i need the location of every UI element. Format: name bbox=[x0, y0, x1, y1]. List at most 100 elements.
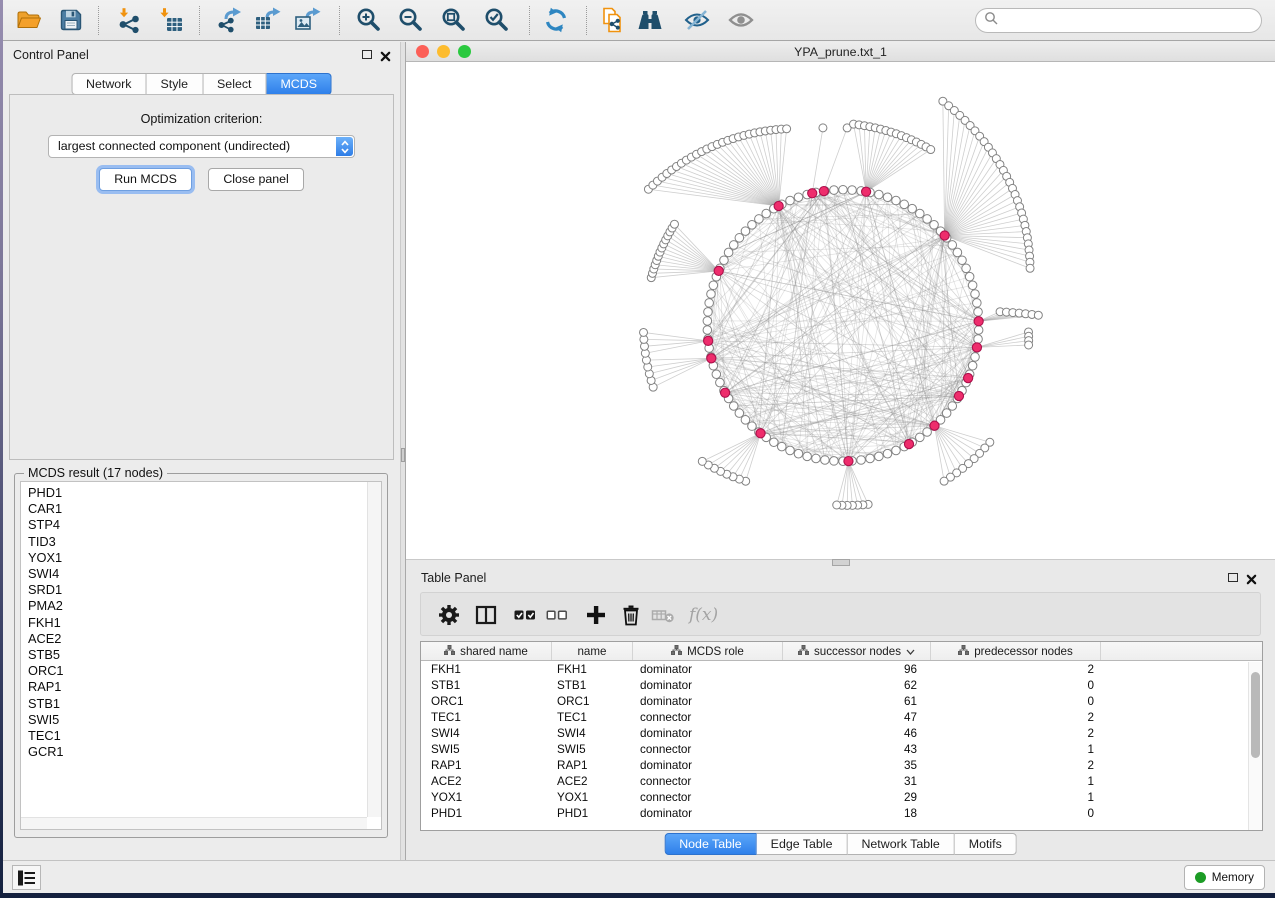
table-cell[interactable]: 31 bbox=[783, 775, 931, 788]
tab-node-table[interactable]: Node Table bbox=[664, 833, 756, 855]
graph-node[interactable] bbox=[794, 449, 803, 458]
graph-leaf-node[interactable] bbox=[1026, 264, 1034, 272]
graph-mcds-node[interactable] bbox=[930, 421, 939, 430]
table-cell[interactable]: STB1 bbox=[421, 679, 552, 692]
table-cell[interactable]: 96 bbox=[783, 663, 931, 676]
graph-node[interactable] bbox=[965, 272, 974, 281]
graph-mcds-node[interactable] bbox=[774, 201, 783, 210]
tab-network[interactable]: Network bbox=[71, 73, 146, 95]
graph-node[interactable] bbox=[812, 454, 821, 463]
float-panel-icon[interactable] bbox=[362, 50, 372, 59]
select-all-columns-icon[interactable] bbox=[513, 603, 537, 627]
graph-node[interactable] bbox=[892, 196, 901, 205]
table-row[interactable]: ACE2ACE2connector311 bbox=[421, 773, 1262, 789]
table-cell[interactable]: 46 bbox=[783, 727, 931, 740]
table-cell[interactable]: FKH1 bbox=[552, 663, 633, 676]
graph-leaf-node[interactable] bbox=[1025, 341, 1033, 349]
graph-mcds-node[interactable] bbox=[707, 354, 716, 363]
graph-node[interactable] bbox=[724, 248, 733, 257]
graph-mcds-node[interactable] bbox=[974, 317, 983, 326]
graph-node[interactable] bbox=[729, 241, 738, 250]
graph-node[interactable] bbox=[953, 248, 962, 257]
delete-table-icon[interactable] bbox=[651, 603, 675, 627]
column-header-shared-name[interactable]: shared name bbox=[421, 642, 552, 660]
graph-node[interactable] bbox=[883, 449, 892, 458]
graph-node[interactable] bbox=[794, 193, 803, 202]
graph-node[interactable] bbox=[777, 442, 786, 451]
graph-node[interactable] bbox=[735, 409, 744, 418]
import-table-icon[interactable] bbox=[157, 6, 185, 34]
table-row[interactable]: YOX1YOX1connector291 bbox=[421, 789, 1262, 805]
graph-mcds-node[interactable] bbox=[904, 439, 913, 448]
memory-button[interactable]: Memory bbox=[1184, 865, 1265, 890]
column-selector-icon[interactable] bbox=[474, 603, 498, 627]
table-cell[interactable]: connector bbox=[633, 775, 783, 788]
mcds-node-item[interactable]: CAR1 bbox=[28, 501, 381, 517]
graph-node[interactable] bbox=[741, 227, 750, 236]
column-header-predecessor-nodes[interactable]: predecessor nodes bbox=[931, 642, 1101, 660]
import-network-icon[interactable] bbox=[115, 6, 143, 34]
open-file-icon[interactable] bbox=[15, 6, 43, 34]
function-builder-icon[interactable]: f(x) bbox=[689, 603, 723, 627]
add-column-icon[interactable] bbox=[584, 603, 608, 627]
graph-mcds-node[interactable] bbox=[954, 391, 963, 400]
table-cell[interactable]: dominator bbox=[633, 695, 783, 708]
close-panel-button[interactable]: Close panel bbox=[208, 168, 303, 191]
search-input[interactable] bbox=[1003, 11, 1261, 31]
table-row[interactable]: SWI5SWI5connector431 bbox=[421, 741, 1262, 757]
criterion-select[interactable]: largest connected component (undirected) bbox=[48, 135, 355, 158]
graph-node[interactable] bbox=[968, 361, 977, 370]
graph-node[interactable] bbox=[707, 290, 716, 299]
table-cell[interactable]: 62 bbox=[783, 679, 931, 692]
table-cell[interactable]: 61 bbox=[783, 695, 931, 708]
table-cell[interactable]: 47 bbox=[783, 711, 931, 724]
search-network-icon[interactable] bbox=[636, 6, 664, 34]
graph-node[interactable] bbox=[892, 446, 901, 455]
mcds-node-item[interactable]: TID3 bbox=[28, 534, 381, 550]
delete-column-icon[interactable] bbox=[619, 603, 643, 627]
graph-node[interactable] bbox=[735, 234, 744, 243]
table-row[interactable]: FKH1FKH1dominator962 bbox=[421, 661, 1262, 677]
minimize-window-icon[interactable] bbox=[437, 45, 450, 58]
table-row[interactable]: STB1STB1dominator620 bbox=[421, 677, 1262, 693]
graph-node[interactable] bbox=[974, 335, 983, 344]
graph-node[interactable] bbox=[857, 456, 866, 465]
graph-node[interactable] bbox=[971, 353, 980, 362]
table-cell[interactable]: SWI4 bbox=[421, 727, 552, 740]
table-cell[interactable]: 1 bbox=[931, 743, 1101, 756]
table-cell[interactable]: SWI5 bbox=[552, 743, 633, 756]
table-cell[interactable]: RAP1 bbox=[421, 759, 552, 772]
show-all-icon[interactable] bbox=[727, 6, 755, 34]
table-cell[interactable]: SWI4 bbox=[552, 727, 633, 740]
graph-leaf-node[interactable] bbox=[940, 477, 948, 485]
mcds-node-item[interactable]: STB5 bbox=[28, 647, 381, 663]
table-cell[interactable]: ACE2 bbox=[552, 775, 633, 788]
table-row[interactable]: SWI4SWI4dominator462 bbox=[421, 725, 1262, 741]
table-cell[interactable]: 0 bbox=[931, 807, 1101, 820]
graph-leaf-node[interactable] bbox=[783, 125, 791, 133]
column-header-successor-nodes[interactable]: successor nodes bbox=[783, 642, 931, 660]
table-cell[interactable]: connector bbox=[633, 743, 783, 756]
table-cell[interactable]: dominator bbox=[633, 807, 783, 820]
graph-mcds-node[interactable] bbox=[940, 231, 949, 240]
graph-node[interactable] bbox=[830, 186, 839, 195]
graph-node[interactable] bbox=[962, 264, 971, 273]
scrollbar-thumb[interactable] bbox=[1251, 672, 1260, 758]
graph-node[interactable] bbox=[948, 241, 957, 250]
tab-motifs[interactable]: Motifs bbox=[955, 833, 1017, 855]
network-window-titlebar[interactable]: YPA_prune.txt_1 bbox=[406, 42, 1275, 62]
graph-leaf-node[interactable] bbox=[819, 124, 827, 132]
close-panel-icon[interactable] bbox=[380, 49, 391, 60]
mcds-node-item[interactable]: RAP1 bbox=[28, 679, 381, 695]
graph-leaf-node[interactable] bbox=[833, 501, 841, 509]
table-cell[interactable]: SWI5 bbox=[421, 743, 552, 756]
table-cell[interactable]: connector bbox=[633, 711, 783, 724]
mcds-node-item[interactable]: SWI4 bbox=[28, 566, 381, 582]
mcds-node-item[interactable]: PHD1 bbox=[28, 485, 381, 501]
export-image-icon[interactable] bbox=[293, 6, 321, 34]
table-cell[interactable]: 1 bbox=[931, 791, 1101, 804]
table-cell[interactable]: RAP1 bbox=[552, 759, 633, 772]
mcds-result-list[interactable]: PHD1CAR1STP4TID3YOX1SWI4SRD1PMA2FKH1ACE2… bbox=[20, 481, 382, 830]
unselect-all-columns-icon[interactable] bbox=[545, 603, 569, 627]
run-mcds-button[interactable]: Run MCDS bbox=[99, 168, 192, 191]
